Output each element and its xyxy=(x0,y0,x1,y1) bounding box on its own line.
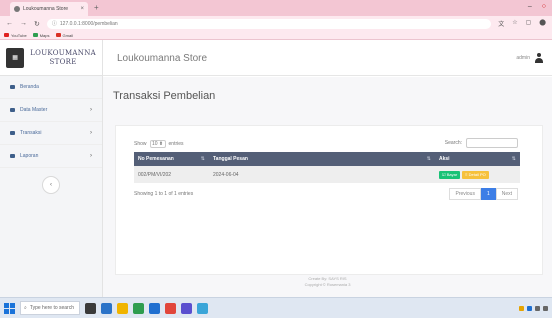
battery-icon[interactable] xyxy=(543,305,548,311)
tray-icon[interactable] xyxy=(519,305,524,311)
maps-icon xyxy=(32,33,38,37)
detail-po-button[interactable]: ≡ Detail PO xyxy=(462,170,489,179)
app-title: Loukoumanna Store xyxy=(117,53,208,64)
windows-start-icon[interactable] xyxy=(4,302,15,314)
bookmark-gmail[interactable]: Gmail xyxy=(55,33,73,38)
sort-icon: ⇅ xyxy=(200,156,205,162)
sidebar-toggle-button[interactable]: ‹ xyxy=(42,176,60,194)
youtube-icon xyxy=(4,33,9,37)
sort-icon: ⇅ xyxy=(511,156,516,162)
topbar: Loukoumanna Store admin xyxy=(103,40,552,76)
entries-control: Show 10 ⬍ entries xyxy=(134,140,184,148)
store-logo: ▦ xyxy=(6,47,25,68)
exchange-icon xyxy=(10,131,15,135)
sidebar-item-laporan[interactable]: Laporan › xyxy=(0,145,102,168)
network-icon[interactable] xyxy=(527,305,532,311)
cell-actions: ☑ Bayar ≡ Detail PO xyxy=(435,166,520,183)
sidebar-item-data-master[interactable]: Data Master › xyxy=(0,99,102,122)
chrome-icon[interactable] xyxy=(133,302,144,314)
column-header-tanggal[interactable]: Tanggal Pesan ⇅ xyxy=(209,152,435,166)
main-content: Transaksi Pembelian Show 10 ⬍ entries Se… xyxy=(103,77,552,297)
brand-name: LOUKOUMANNA STORE xyxy=(30,48,96,66)
app-icon[interactable] xyxy=(101,302,112,314)
folder-icon[interactable] xyxy=(117,302,128,314)
gmail-icon xyxy=(55,33,61,37)
volume-icon[interactable] xyxy=(535,305,540,311)
brand[interactable]: ▦ LOUKOUMANNA STORE xyxy=(0,40,102,76)
chevron-right-icon: › xyxy=(90,153,92,159)
sidebar-item-transaksi[interactable]: Transaksi › xyxy=(0,122,102,145)
browser-tabbar: Loukoumanna Store × + – ○ xyxy=(0,0,552,16)
table-info: Showing 1 to 1 of 1 entries xyxy=(134,191,194,197)
tab-title: Loukoumanna Store xyxy=(23,6,69,12)
app-icon[interactable] xyxy=(181,302,192,314)
table-search: Search: xyxy=(445,138,518,148)
url-input[interactable]: ⓘ 127.0.0.1:8000/pembelian xyxy=(46,18,492,29)
entries-select[interactable]: 10 ⬍ xyxy=(149,140,166,148)
pagination: Previous 1 Next xyxy=(449,188,518,200)
bookmarks-bar: YouTube Maps Gmail xyxy=(0,31,552,40)
app-icon[interactable] xyxy=(197,302,208,314)
task-view-icon[interactable] xyxy=(85,302,96,314)
table-card: Show 10 ⬍ entries Search: No Pemesanan ⇅… xyxy=(115,125,543,275)
translate-icon[interactable]: 文 xyxy=(498,19,504,28)
user-name: admin xyxy=(516,55,530,61)
next-page-button[interactable]: Next xyxy=(495,188,518,200)
chevron-right-icon: › xyxy=(90,107,92,113)
list-icon: ≡ xyxy=(465,172,468,177)
chevron-right-icon: › xyxy=(90,130,92,136)
info-icon: ⓘ xyxy=(51,21,57,27)
close-tab-icon[interactable]: × xyxy=(80,6,84,12)
check-icon: ☑ xyxy=(442,172,446,177)
search-icon: ⌕ xyxy=(24,305,27,311)
page-title: Transaksi Pembelian xyxy=(113,90,216,102)
url-text: 127.0.0.1:8000/pembelian xyxy=(59,20,118,27)
bookmark-youtube[interactable]: YouTube xyxy=(4,33,27,38)
minimize-icon[interactable]: – xyxy=(528,3,532,10)
table-header: No Pemesanan ⇅ Tanggal Pesan ⇅ Aksi ⇅ xyxy=(134,152,520,166)
star-icon[interactable]: ☆ xyxy=(512,19,517,28)
cell-tanggal: 2024-06-04 xyxy=(213,171,239,178)
system-tray xyxy=(519,305,548,311)
search-input[interactable] xyxy=(466,138,518,148)
sort-icon: ⇅ xyxy=(426,156,431,162)
user-icon xyxy=(534,53,544,63)
sidebar-item-beranda[interactable]: Beranda xyxy=(0,76,102,99)
report-icon xyxy=(10,154,15,158)
address-bar-row: ← → ↻ ⓘ 127.0.0.1:8000/pembelian 文 ☆ ▢ ⬤ xyxy=(0,16,552,31)
page-1-button[interactable]: 1 xyxy=(480,188,496,200)
footer: Create By: SAYS RIS Copyright © Rosemani… xyxy=(304,276,351,287)
bayar-button[interactable]: ☑ Bayar xyxy=(439,170,461,179)
edge-icon[interactable] xyxy=(149,302,160,314)
database-icon xyxy=(10,108,15,112)
sidebar: ▦ LOUKOUMANNA STORE Beranda Data Master … xyxy=(0,40,103,297)
app-icon[interactable] xyxy=(165,302,176,314)
home-icon xyxy=(10,85,15,89)
new-tab-button[interactable]: + xyxy=(94,3,99,12)
browser-tab[interactable]: Loukoumanna Store × xyxy=(10,2,88,16)
window-controls: – ○ xyxy=(528,3,546,10)
reload-icon[interactable]: ↻ xyxy=(34,20,40,28)
close-window-icon[interactable]: ○ xyxy=(542,3,546,10)
globe-icon xyxy=(14,6,20,12)
back-icon[interactable]: ← xyxy=(6,20,13,27)
previous-page-button[interactable]: Previous xyxy=(449,188,481,200)
table-row: 002/PM/VI/202 2024-06-04 ☑ Bayar ≡ Detai… xyxy=(134,166,520,183)
browser-actions: 文 ☆ ▢ ⬤ xyxy=(498,19,546,28)
profile-icon[interactable]: ⬤ xyxy=(539,19,546,28)
column-header-aksi[interactable]: Aksi ⇅ xyxy=(435,152,520,166)
column-header-no[interactable]: No Pemesanan ⇅ xyxy=(134,152,209,166)
forward-icon[interactable]: → xyxy=(20,20,27,27)
extensions-icon[interactable]: ▢ xyxy=(526,19,532,28)
user-menu[interactable]: admin xyxy=(516,53,544,63)
cell-no-pemesanan: 002/PM/VI/202 xyxy=(138,171,172,178)
chevron-left-icon: ‹ xyxy=(50,182,52,188)
bookmark-maps[interactable]: Maps xyxy=(32,33,50,38)
os-taskbar: ⌕ Type here to search xyxy=(0,297,552,318)
taskbar-search[interactable]: ⌕ Type here to search xyxy=(20,301,80,315)
